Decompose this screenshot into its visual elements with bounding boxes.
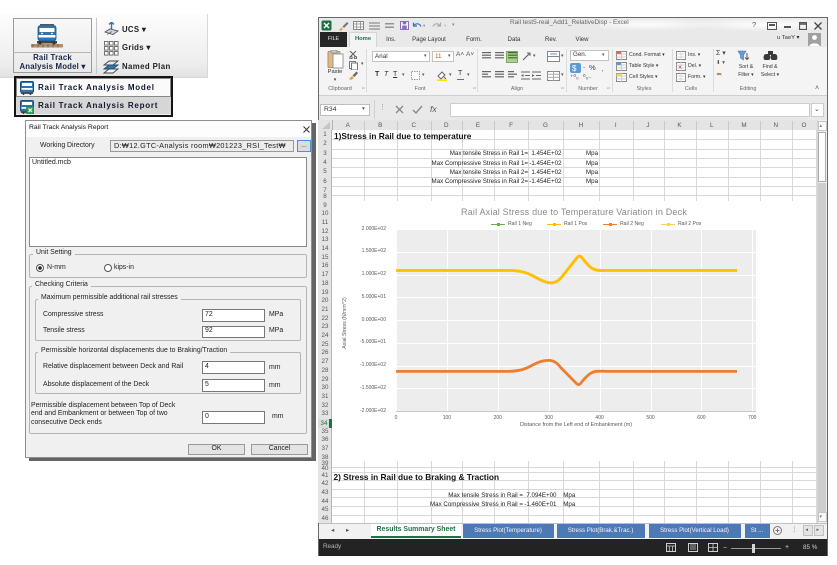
svg-text:$: $ bbox=[572, 64, 577, 73]
svg-text:×: × bbox=[678, 65, 682, 72]
